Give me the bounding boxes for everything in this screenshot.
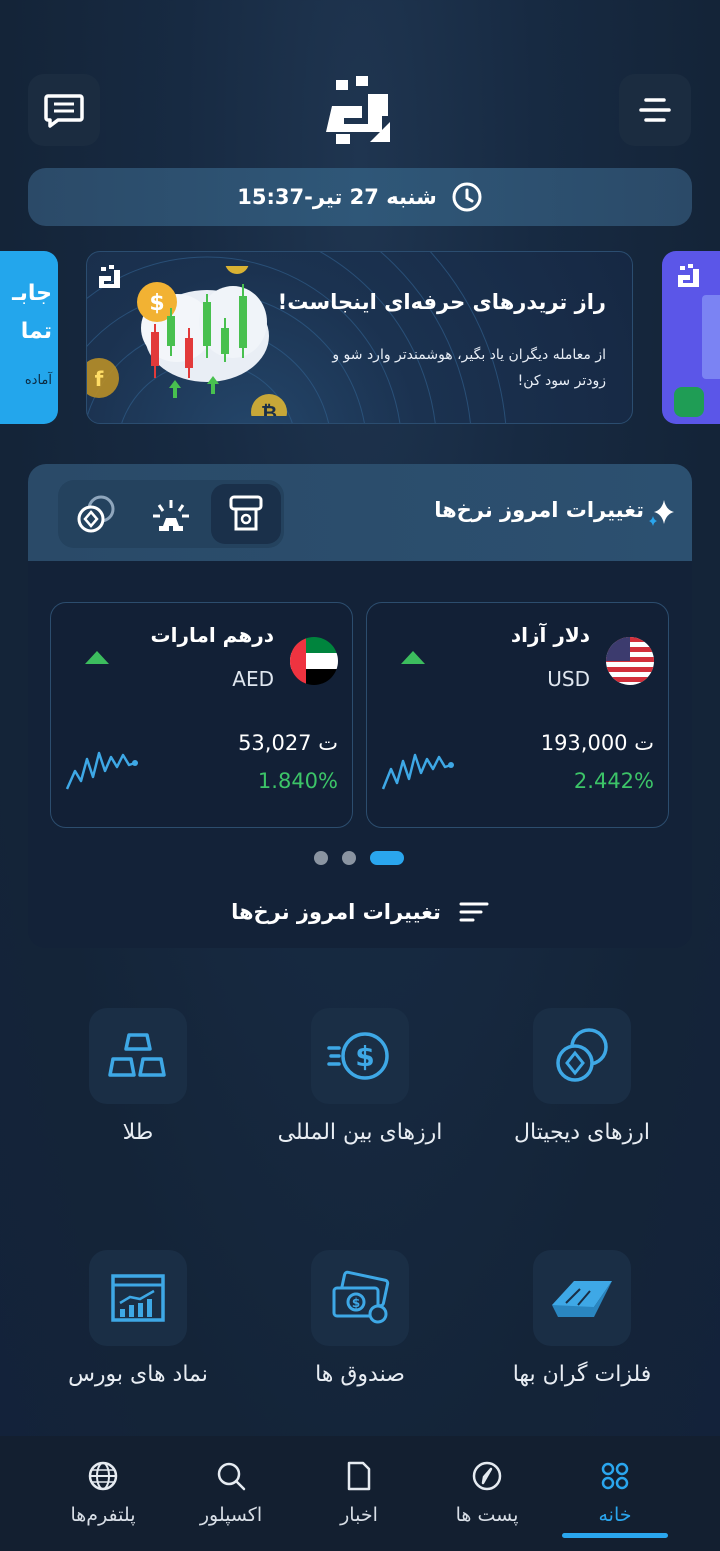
currency-price: ت 53,027 [238, 731, 338, 755]
search-icon [217, 1462, 246, 1491]
category-international-currency[interactable]: $ ارزهای بین المللی [250, 1008, 470, 1145]
nav-home[interactable]: خانه [560, 1458, 670, 1526]
rates-all-link[interactable]: تغییرات امروز نرخ‌ها [28, 900, 692, 924]
date-time-bar: شنبه 27 تیر-15:37 [28, 168, 692, 226]
uae-flag-icon [290, 637, 338, 685]
menu-icon [639, 98, 671, 122]
gold-shine-icon [152, 500, 189, 531]
currency-change: 1.840% [257, 769, 338, 793]
rates-footer-label: تغییرات امروز نرخ‌ها [231, 900, 441, 924]
carousel-dot-active[interactable] [370, 851, 404, 865]
us-flag-icon [606, 637, 654, 685]
category-label: ارزهای بین المللی [277, 1120, 443, 1145]
sort-lines-icon [459, 902, 489, 922]
tab-crypto[interactable] [61, 484, 131, 544]
rate-card-aed[interactable]: درهم امارات AED ت 53,027 1.840% [50, 602, 353, 828]
svg-text:$: $ [355, 1040, 374, 1073]
sparkline-icon [381, 753, 454, 790]
sparkline-icon [65, 751, 138, 790]
category-label: طلا [122, 1120, 154, 1145]
trading-cloud-illustration: $ ₿ [137, 266, 287, 416]
svg-text:f: f [95, 367, 104, 391]
metal-ingot-icon [552, 1281, 612, 1317]
nav-explore[interactable]: اکسپلور [176, 1458, 286, 1526]
banner-next[interactable] [662, 251, 720, 424]
category-stocks[interactable]: نماد های بورس [28, 1250, 248, 1387]
carousel-dots [314, 851, 404, 865]
category-label: فلزات گران بها [512, 1362, 652, 1387]
currency-price: ت 193,000 [540, 731, 654, 755]
sparkle-icon [649, 500, 674, 526]
nav-posts[interactable]: پست ها [432, 1458, 542, 1526]
clock-icon [452, 182, 482, 212]
nav-platforms[interactable]: پلتفرم‌ها [48, 1458, 158, 1526]
stock-chart-icon [111, 1274, 165, 1322]
money-fund-icon: $ [332, 1270, 390, 1324]
tab-gold[interactable] [136, 484, 206, 544]
currency-change: 2.442% [573, 769, 654, 793]
trend-up-icon [401, 651, 425, 664]
carousel-dot[interactable] [342, 851, 356, 865]
svg-text:$: $ [149, 291, 164, 316]
category-label: نماد های بورس [68, 1362, 208, 1387]
category-label: صندوق ها [315, 1362, 405, 1387]
category-label: ارزهای دیجیتال [514, 1120, 650, 1145]
rate-card-usd[interactable]: دلار آزاد USD ت 193,000 2.442% [366, 602, 669, 828]
banner-traders[interactable]: $ ₿ f راز تریدرهای حرفه‌ای اینجاست! از م… [86, 251, 633, 424]
nav-active-indicator [562, 1533, 668, 1538]
dollar-exchange-icon: $ [327, 1032, 389, 1080]
svg-text:₿: ₿ [261, 401, 277, 416]
crypto-coins-icon [556, 1028, 608, 1082]
crypto-coins-icon [77, 495, 115, 533]
nav-label: اخبار [340, 1504, 378, 1526]
chat-icon [44, 94, 84, 128]
rates-type-switch [58, 480, 284, 548]
nav-label: اکسپلور [199, 1504, 263, 1526]
home-grid-icon [601, 1462, 629, 1490]
atm-cash-icon [229, 495, 263, 531]
currency-name: دلار آزاد [510, 623, 590, 647]
app-logo [326, 76, 390, 144]
banner-previous[interactable]: جابـ تما آماده [0, 251, 58, 424]
svg-text:$: $ [352, 1296, 360, 1310]
nav-label: پست ها [455, 1504, 519, 1526]
carousel-dot[interactable] [314, 851, 328, 865]
tab-currency[interactable] [211, 484, 282, 544]
nav-label: پلتفرم‌ها [70, 1504, 136, 1526]
date-time-text: شنبه 27 تیر-15:37 [237, 185, 437, 209]
rates-title: تغییرات امروز نرخ‌ها [434, 498, 644, 522]
banner-prev-line2: تما [20, 319, 52, 344]
globe-icon [88, 1461, 118, 1491]
document-icon [347, 1461, 371, 1491]
banner-prev-line1: جابـ [12, 281, 52, 306]
currency-code: AED [232, 667, 274, 691]
currency-name: درهم امارات [150, 623, 274, 647]
messages-button[interactable] [28, 74, 100, 146]
banner-prev-line3: آماده [24, 373, 52, 388]
banner-subtitle: از معامله دیگران یاد بگیر، هوشمندتر وارد… [332, 347, 606, 389]
category-gold[interactable]: طلا [28, 1008, 248, 1145]
nav-news[interactable]: اخبار [304, 1458, 414, 1526]
banner-next-shape [702, 295, 720, 379]
rates-header: تغییرات امروز نرخ‌ها [28, 464, 692, 561]
menu-button[interactable] [619, 74, 691, 146]
rates-panel: تغییرات امروز نرخ‌ها [28, 464, 692, 948]
gold-bars-icon [108, 1033, 166, 1077]
category-crypto[interactable]: ارزهای دیجیتال [472, 1008, 692, 1145]
trend-up-icon [85, 651, 109, 664]
currency-code: USD [547, 667, 590, 691]
compass-icon [472, 1461, 502, 1491]
nav-label: خانه [598, 1504, 632, 1526]
banner-title: راز تریدرهای حرفه‌ای اینجاست! [277, 290, 606, 314]
category-funds[interactable]: $ صندوق ها [250, 1250, 470, 1387]
banner-next-badge-icon [674, 387, 704, 417]
banner-next-logo-icon [678, 264, 699, 287]
category-precious-metals[interactable]: فلزات گران بها [472, 1250, 692, 1387]
coin-icon: f [87, 358, 119, 398]
